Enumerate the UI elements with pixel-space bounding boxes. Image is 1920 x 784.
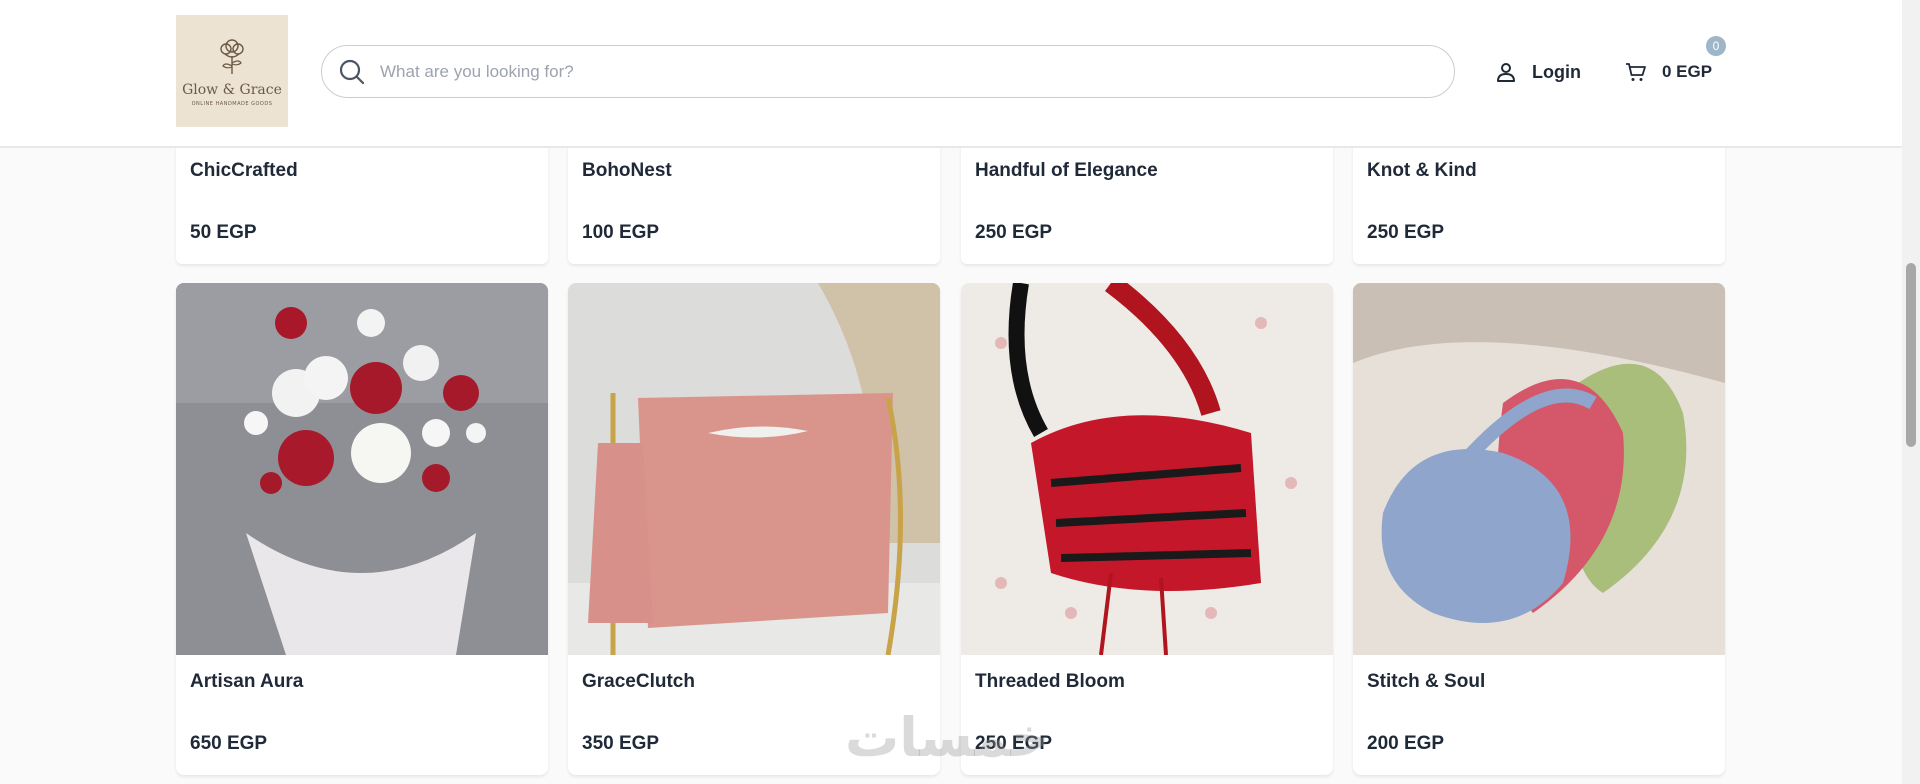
cart-count-badge: 0 [1706,36,1726,56]
product-card[interactable]: Artisan Aura 650 EGP [176,283,548,775]
product-title[interactable]: BohoNest [582,160,672,182]
product-title[interactable]: ChicCrafted [190,160,298,182]
product-price: 250 EGP [1367,222,1445,243]
product-price: 350 EGP [582,733,660,754]
user-icon [1497,63,1515,82]
search-icon [339,59,365,84]
product-image-bouquet[interactable] [176,283,548,655]
product-title[interactable]: Artisan Aura [190,671,303,693]
logo-tagline: ONLINE HANDMADE GOODS [191,100,273,107]
product-image-red-bag[interactable] [961,283,1333,655]
product-price: 50 EGP [190,222,257,243]
product-image-clutch[interactable] [568,283,940,655]
product-title[interactable]: GraceClutch [582,671,695,693]
search-bar[interactable] [321,45,1455,98]
cart-icon [1626,63,1646,81]
flower-icon [220,38,244,74]
search-input[interactable] [380,61,1380,82]
product-price: 650 EGP [190,733,268,754]
product-image-hobo-bags[interactable] [1353,283,1725,655]
cart-total: 0 EGP [1662,62,1713,81]
vertical-scrollbar[interactable] [1902,0,1920,784]
login-label: Login [1532,61,1581,82]
login-button[interactable]: Login [1494,58,1581,86]
product-title[interactable]: Stitch & Soul [1367,671,1485,693]
scrollbar-thumb[interactable] [1906,263,1916,447]
logo-name: Glow & Grace [182,81,282,98]
brand-logo[interactable]: Glow & Grace ONLINE HANDMADE GOODS [176,15,288,127]
watermark: خمسات [845,706,1050,769]
product-price: 200 EGP [1367,733,1445,754]
cart-button[interactable]: 0 EGP [1624,58,1712,86]
product-title[interactable]: Threaded Bloom [975,671,1125,693]
product-price: 250 EGP [975,222,1053,243]
product-title[interactable]: Knot & Kind [1367,160,1477,182]
product-card[interactable]: Threaded Bloom 250 EGP [961,283,1333,775]
product-card[interactable]: GraceClutch 350 EGP [568,283,940,775]
product-card[interactable]: Stitch & Soul 200 EGP [1353,283,1725,775]
site-header: Glow & Grace ONLINE HANDMADE GOODS Login… [0,0,1902,148]
product-price: 100 EGP [582,222,660,243]
product-title[interactable]: Handful of Elegance [975,160,1158,182]
